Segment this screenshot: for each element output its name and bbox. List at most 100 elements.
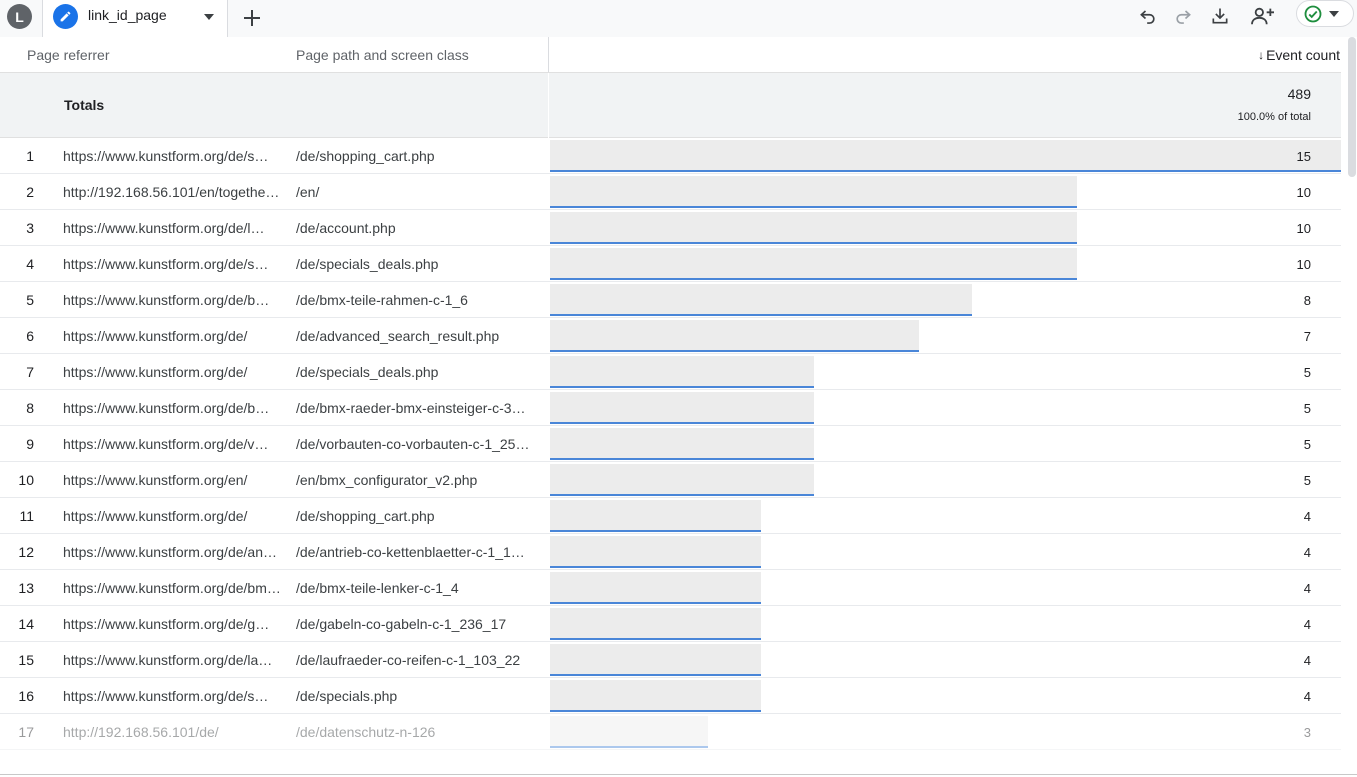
totals-row: Totals 489 100.0% of total <box>0 73 1341 138</box>
user-avatar[interactable]: L <box>7 4 32 29</box>
event-count-cell: 4 <box>1303 617 1311 632</box>
page-referrer-cell: https://www.kunstform.org/de/s… <box>63 256 269 272</box>
tab-link-id-page[interactable]: link_id_page <box>42 0 228 37</box>
scrollbar[interactable] <box>1348 37 1356 177</box>
event-count-bar <box>550 176 1077 208</box>
row-index: 7 <box>26 364 34 380</box>
row-index: 5 <box>26 292 34 308</box>
event-count-cell: 5 <box>1303 365 1311 380</box>
event-count-bar <box>550 500 761 532</box>
column-header-event-count-label: Event count <box>1266 47 1340 63</box>
page-referrer-cell: https://www.kunstform.org/de/v… <box>63 436 269 452</box>
table-row[interactable]: 2 http://192.168.56.101/en/togethe… /en/10 <box>0 174 1341 210</box>
event-count-cell: 5 <box>1303 401 1311 416</box>
page-path-cell: /de/laufraeder-co-reifen-c-1_103_22 <box>296 652 521 668</box>
undo-icon[interactable] <box>1135 3 1161 29</box>
page-referrer-cell: https://www.kunstform.org/de/g… <box>63 616 270 632</box>
event-count-bar <box>550 608 761 640</box>
totals-divider <box>548 73 549 138</box>
column-header-page-path[interactable]: Page path and screen class <box>296 47 469 63</box>
page-path-cell: /de/antrieb-co-kettenblaetter-c-1_1… <box>296 544 525 560</box>
page-referrer-cell: https://www.kunstform.org/de/s… <box>63 148 269 164</box>
page-path-cell: /de/advanced_search_result.php <box>296 328 500 344</box>
table-row[interactable]: 3 https://www.kunstform.org/de/l… /de/acco… <box>0 210 1341 246</box>
table-header: Page referrer Page path and screen class… <box>0 37 1341 73</box>
row-index: 4 <box>26 256 34 272</box>
page-path-cell: /de/bmx-raeder-bmx-einsteiger-c-30… <box>296 400 532 416</box>
page-path-cell: /de/shopping_cart.php <box>296 148 435 164</box>
row-index: 13 <box>18 580 34 596</box>
table-row[interactable]: 1 https://www.kunstform.org/de/s… /de/shop… <box>0 138 1341 174</box>
event-count-bar <box>550 716 708 748</box>
page-path-cell: /de/shopping_cart.php <box>296 508 435 524</box>
event-count-cell: 4 <box>1303 689 1311 704</box>
event-count-bar <box>550 392 814 424</box>
page-referrer-cell: http://192.168.56.101/de/ <box>63 724 219 740</box>
add-tab-button[interactable] <box>239 5 265 31</box>
page-referrer-cell: https://www.kunstform.org/de/ <box>63 508 248 524</box>
column-header-event-count[interactable]: ↓ Event count <box>1258 47 1340 63</box>
row-index: 11 <box>19 508 34 524</box>
page-referrer-cell: https://www.kunstform.org/de/b… <box>63 400 270 416</box>
status-dropdown[interactable] <box>1296 0 1354 27</box>
page-path-cell: /de/vorbauten-co-vorbauten-c-1_25… <box>296 436 530 452</box>
event-count-cell: 8 <box>1303 293 1311 308</box>
table-row[interactable]: 12 https://www.kunstform.org/de/an… /de/an… <box>0 534 1341 570</box>
row-index: 9 <box>26 436 34 452</box>
event-count-cell: 5 <box>1303 473 1311 488</box>
page-referrer-cell: http://192.168.56.101/en/togethe… <box>63 184 280 200</box>
table-row[interactable]: 5 https://www.kunstform.org/de/b… /de/bmx-… <box>0 282 1341 318</box>
page-path-cell: /en/ <box>296 184 320 200</box>
event-count-cell: 3 <box>1303 725 1311 740</box>
table-row[interactable]: 7 https://www.kunstform.org/de/ /de/specia… <box>0 354 1341 390</box>
page-referrer-cell: https://www.kunstform.org/en/ <box>63 472 248 488</box>
page-referrer-cell: https://www.kunstform.org/de/bm… <box>63 580 281 596</box>
page-referrer-cell: https://www.kunstform.org/de/b… <box>63 292 270 308</box>
event-count-bar <box>550 536 761 568</box>
redo-icon[interactable] <box>1170 3 1196 29</box>
row-index: 8 <box>26 400 34 416</box>
page-referrer-cell: https://www.kunstform.org/de/la… <box>63 652 273 668</box>
table-row[interactable]: 17 http://192.168.56.101/de/ /de/datenschu… <box>0 714 1341 750</box>
table-row[interactable]: 6 https://www.kunstform.org/de/ /de/advanc… <box>0 318 1341 354</box>
table-row[interactable]: 11 https://www.kunstform.org/de/ /de/shopp… <box>0 498 1341 534</box>
event-count-bar <box>550 248 1077 280</box>
row-index: 6 <box>26 328 34 344</box>
event-count-cell: 4 <box>1303 581 1311 596</box>
download-icon[interactable] <box>1207 3 1233 29</box>
report-table: Page referrer Page path and screen class… <box>0 37 1341 750</box>
table-row[interactable]: 14 https://www.kunstform.org/de/g… /de/gab… <box>0 606 1341 642</box>
page-path-cell: /de/account.php <box>296 220 396 236</box>
top-bar: L link_id_page <box>0 0 1357 37</box>
table-row[interactable]: 16 https://www.kunstform.org/de/s… /de/spe… <box>0 678 1341 714</box>
page-path-cell: /de/specials.php <box>296 688 398 704</box>
table-row[interactable]: 13 https://www.kunstform.org/de/bm… /de/bm… <box>0 570 1341 606</box>
event-count-cell: 10 <box>1296 221 1311 236</box>
row-index: 2 <box>26 184 34 200</box>
event-count-bar <box>550 320 919 352</box>
bottom-divider <box>0 774 1357 775</box>
event-count-cell: 4 <box>1303 545 1311 560</box>
share-user-icon[interactable] <box>1248 3 1278 29</box>
totals-value: 489 <box>1287 86 1311 102</box>
event-count-cell: 10 <box>1296 185 1311 200</box>
caret-down-icon[interactable] <box>201 9 217 25</box>
caret-down-icon <box>1329 10 1339 17</box>
event-count-bar <box>550 572 761 604</box>
event-count-bar <box>550 680 761 712</box>
column-header-page-referrer[interactable]: Page referrer <box>27 47 109 63</box>
table-row[interactable]: 10 https://www.kunstform.org/en/ /en/bmx_c… <box>0 462 1341 498</box>
row-index: 17 <box>18 724 34 740</box>
table-row[interactable]: 8 https://www.kunstform.org/de/b… /de/bmx-… <box>0 390 1341 426</box>
page-referrer-cell: https://www.kunstform.org/de/an… <box>63 544 277 560</box>
row-index: 3 <box>26 220 34 236</box>
page-path-cell: /de/gabeln-co-gabeln-c-1_236_17 <box>296 616 507 632</box>
table-row[interactable]: 15 https://www.kunstform.org/de/la… /de/la… <box>0 642 1341 678</box>
event-count-bar <box>550 644 761 676</box>
event-count-cell: 15 <box>1296 149 1311 164</box>
table-row[interactable]: 9 https://www.kunstform.org/de/v… /de/vorb… <box>0 426 1341 462</box>
totals-label: Totals <box>64 97 105 113</box>
table-row[interactable]: 4 https://www.kunstform.org/de/s… /de/spec… <box>0 246 1341 282</box>
event-count-cell: 7 <box>1303 329 1311 344</box>
event-count-bar <box>550 464 814 496</box>
